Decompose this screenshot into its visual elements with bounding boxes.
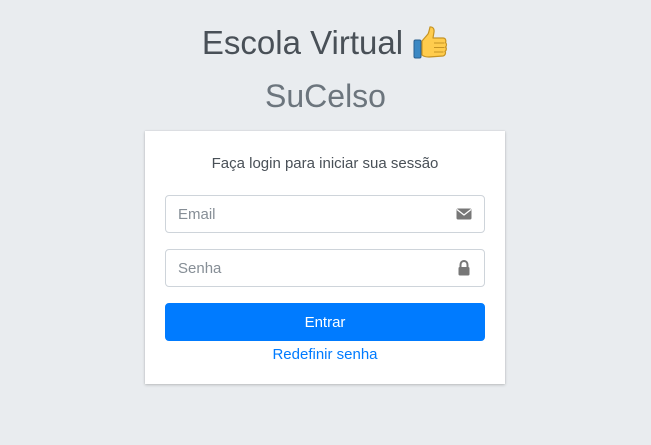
email-field[interactable] [166, 196, 446, 232]
email-input-group [165, 195, 485, 233]
login-card: Faça login para iniciar sua sessão Entra… [145, 131, 505, 384]
brand-title-text: Escola Virtual [201, 24, 404, 61]
thumbs-up-icon [411, 24, 449, 62]
envelope-icon [456, 206, 472, 222]
login-message: Faça login para iniciar sua sessão [211, 155, 439, 172]
brand-subtitle: SuCelso [265, 78, 386, 114]
brand-title: Escola Virtual [202, 22, 449, 64]
lock-icon [456, 259, 472, 276]
password-input-group [165, 249, 485, 287]
login-button[interactable]: Entrar [165, 303, 485, 341]
password-field[interactable] [166, 250, 446, 286]
brand-header: Escola Virtual SuCelso [0, 22, 651, 116]
reset-password-link[interactable]: Redefinir senha [145, 346, 505, 364]
